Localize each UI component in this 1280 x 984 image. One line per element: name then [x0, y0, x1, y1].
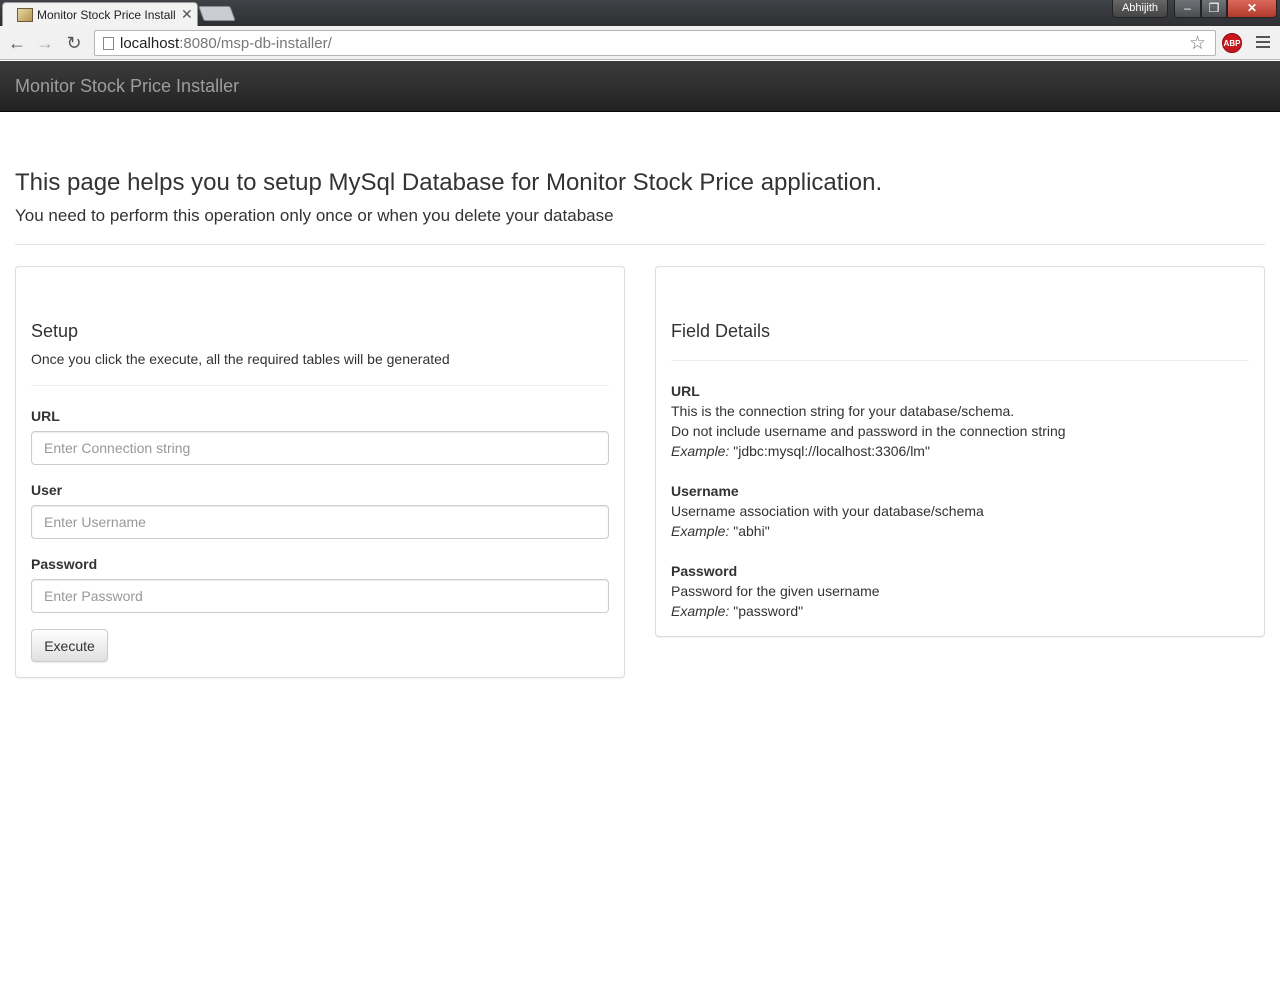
browser-toolbar: ← → ↻ localhost:8080/msp-db-installer/ ☆…: [0, 26, 1280, 60]
detail-username: Username Username association with your …: [671, 481, 984, 541]
url-label: URL: [31, 408, 60, 424]
navbar-brand[interactable]: Monitor Stock Price Installer: [15, 76, 239, 97]
hamburger-menu-icon[interactable]: [1256, 33, 1270, 51]
setup-description: Once you click the execute, all the requ…: [31, 351, 450, 367]
username-input[interactable]: [31, 505, 609, 539]
tab-title: Monitor Stock Price Install: [37, 8, 176, 22]
new-tab-button[interactable]: [198, 6, 236, 21]
example-label: Example:: [671, 603, 730, 619]
detail-example: Example: "abhi": [671, 521, 984, 541]
adblock-icon[interactable]: ABP: [1222, 33, 1242, 53]
example-value: "password": [733, 603, 804, 619]
browser-titlebar: Monitor Stock Price Install ✕ Abhijith ‒…: [0, 0, 1280, 26]
user-label: User: [31, 482, 63, 498]
forward-arrow-icon[interactable]: →: [34, 32, 56, 54]
back-arrow-icon[interactable]: ←: [6, 32, 28, 54]
window-close-button[interactable]: ✕: [1227, 0, 1277, 18]
detail-url: URL This is the connection string for yo…: [671, 381, 1066, 461]
details-divider: [671, 360, 1249, 361]
setup-title: Setup: [31, 321, 79, 341]
setup-divider: [31, 385, 609, 386]
bookmark-star-icon[interactable]: ☆: [1189, 32, 1206, 55]
example-value: "abhi": [733, 523, 770, 539]
detail-name: Username: [671, 483, 739, 499]
detail-line: Username association with your database/…: [671, 503, 984, 519]
detail-name: Password: [671, 563, 738, 579]
page-title: This page helps you to setup MySql Datab…: [15, 169, 883, 196]
detail-password: Password Password for the given username…: [671, 561, 880, 621]
example-label: Example:: [671, 523, 730, 539]
header-divider: [15, 244, 1265, 245]
browser-tab[interactable]: Monitor Stock Price Install ✕: [2, 2, 198, 26]
page-icon: [103, 37, 114, 50]
url-host: localhost: [120, 35, 180, 52]
example-value: "jdbc:mysql://localhost:3306/lm": [733, 443, 930, 459]
url-text[interactable]: localhost:8080/msp-db-installer/: [120, 35, 332, 52]
execute-button[interactable]: Execute: [31, 629, 108, 662]
password-label: Password: [31, 556, 98, 572]
app-navbar: Monitor Stock Price Installer: [0, 61, 1280, 112]
detail-line: Do not include username and password in …: [671, 423, 1066, 439]
detail-line: Password for the given username: [671, 583, 880, 599]
field-details-panel: Field Details URL This is the connection…: [655, 266, 1265, 637]
password-input[interactable]: [31, 579, 609, 613]
favicon-icon: [17, 8, 33, 22]
profile-button[interactable]: Abhijith: [1112, 0, 1168, 18]
detail-line: This is the connection string for your d…: [671, 403, 1015, 419]
address-bar[interactable]: localhost:8080/msp-db-installer/ ☆: [94, 30, 1216, 56]
setup-panel: Setup Once you click the execute, all th…: [15, 266, 625, 678]
tab-close-icon[interactable]: ✕: [181, 6, 193, 23]
reload-icon[interactable]: ↻: [63, 32, 85, 54]
page-subtitle: You need to perform this operation only …: [15, 206, 614, 225]
url-path: :8080/msp-db-installer/: [179, 35, 332, 52]
maximize-button[interactable]: ❐: [1201, 0, 1227, 18]
example-label: Example:: [671, 443, 730, 459]
minimize-button[interactable]: ‒: [1174, 0, 1201, 18]
detail-example: Example: "jdbc:mysql://localhost:3306/lm…: [671, 441, 1066, 461]
detail-name: URL: [671, 383, 700, 399]
details-title: Field Details: [671, 321, 771, 341]
url-input[interactable]: [31, 431, 609, 465]
detail-example: Example: "password": [671, 601, 880, 621]
